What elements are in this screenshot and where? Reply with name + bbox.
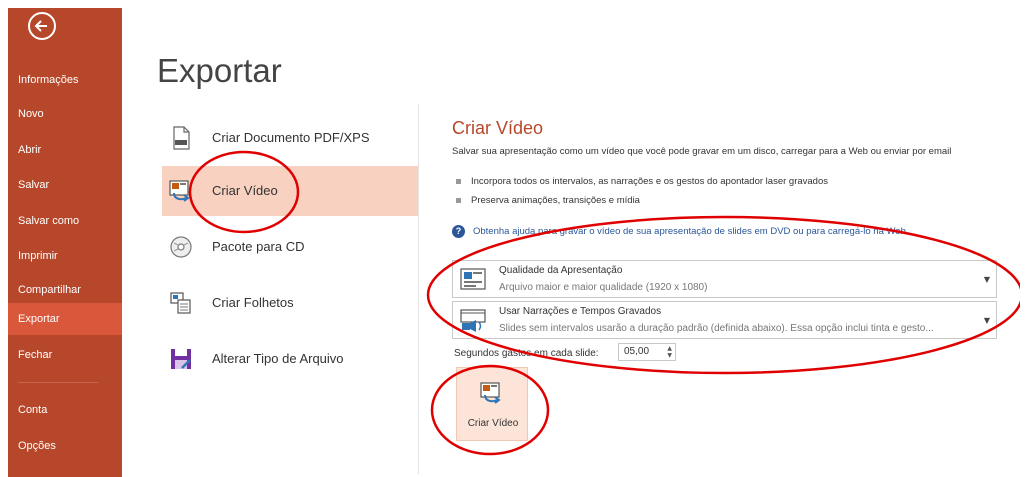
backstage-sidebar: Informações Novo Abrir Salvar Salvar com… (8, 8, 122, 477)
sidebar-item-abrir[interactable]: Abrir (8, 134, 122, 166)
sidebar-item-informacoes[interactable]: Informações (8, 64, 122, 96)
export-option-change-file-type[interactable]: Alterar Tipo de Arquivo (162, 334, 418, 384)
save-as-icon (171, 349, 191, 369)
export-option-create-video[interactable]: Criar Vídeo (162, 166, 418, 216)
sidebar-item-compartilhar[interactable]: Compartilhar (8, 274, 122, 306)
create-video-icon (480, 382, 501, 404)
dropdown-title: Qualidade da Apresentação (499, 265, 623, 276)
bullet-text: Incorpora todos os intervalos, as narraç… (471, 176, 828, 187)
seconds-value[interactable]: 05,00 (624, 346, 649, 357)
export-option-label: Criar Folhetos (212, 295, 294, 310)
sidebar-item-salvar-como[interactable]: Salvar como (8, 205, 122, 237)
back-button[interactable] (28, 12, 56, 40)
export-option-label: Alterar Tipo de Arquivo (212, 351, 344, 366)
pdf-document-icon (173, 126, 190, 150)
section-description: Salvar sua apresentação como um vídeo qu… (452, 146, 952, 157)
dropdown-title: Usar Narrações e Tempos Gravados (499, 306, 662, 317)
feature-bullet: Incorpora todos os intervalos, as narraç… (456, 176, 828, 187)
sidebar-item-fechar[interactable]: Fechar (8, 339, 122, 371)
bullet-text: Preserva animações, transições e mídia (471, 195, 640, 206)
spin-up-icon[interactable]: ▲ (667, 345, 672, 352)
pane-divider (418, 104, 419, 474)
create-video-button-label: Criar Vídeo (467, 418, 519, 429)
export-option-handouts[interactable]: Criar Folhetos (162, 278, 418, 328)
video-slides-icon (169, 180, 190, 202)
chevron-down-icon[interactable]: ▼ (984, 275, 990, 284)
page-title: Exportar (157, 52, 282, 89)
sidebar-item-imprimir[interactable]: Imprimir (8, 240, 122, 272)
export-option-label: Pacote para CD (212, 239, 305, 254)
spin-down-icon[interactable]: ▼ (667, 352, 672, 359)
dropdown-subtitle: Slides sem intervalos usarão a duração p… (499, 323, 934, 334)
cd-icon (170, 236, 192, 258)
export-option-package-cd[interactable]: Pacote para CD (162, 222, 418, 272)
sidebar-item-salvar[interactable]: Salvar (8, 169, 122, 201)
help-link[interactable]: ? Obtenha ajuda para gravar o vídeo de su… (452, 225, 906, 238)
seconds-per-slide-label: Segundos gastos em cada slide: (454, 348, 599, 359)
sidebar-item-opcoes[interactable]: Opções (8, 430, 122, 462)
sidebar-item-conta[interactable]: Conta (8, 394, 122, 426)
feature-bullet: Preserva animações, transições e mídia (456, 195, 640, 206)
chevron-down-icon[interactable]: ▼ (984, 316, 990, 325)
handouts-icon (170, 292, 191, 314)
section-title: Criar Vídeo (452, 118, 544, 138)
seconds-per-slide-spinner[interactable]: 05,00 ▲ ▼ (618, 343, 676, 361)
bullet-marker (456, 197, 461, 203)
export-option-pdf-xps[interactable]: Criar Documento PDF/XPS (162, 113, 418, 163)
back-arrow-icon (34, 20, 47, 32)
dropdown-subtitle: Arquivo maior e maior qualidade (1920 x … (499, 282, 708, 293)
narration-dropdown[interactable]: Usar Narrações e Tempos Gravados Slides … (452, 301, 997, 339)
help-icon: ? (452, 225, 465, 238)
bullet-marker (456, 178, 461, 184)
create-video-button[interactable]: Criar Vídeo (456, 367, 528, 441)
narration-timings-icon (460, 309, 486, 332)
presentation-quality-icon (460, 268, 486, 290)
backstage-window: Informações Novo Abrir Salvar Salvar com… (8, 8, 1020, 477)
export-option-label: Criar Documento PDF/XPS (212, 130, 370, 145)
sidebar-item-exportar[interactable]: Exportar (8, 303, 122, 335)
quality-dropdown[interactable]: Qualidade da Apresentação Arquivo maior … (452, 260, 997, 298)
export-option-label: Criar Vídeo (212, 183, 278, 198)
sidebar-item-novo[interactable]: Novo (8, 98, 122, 130)
help-link-text[interactable]: Obtenha ajuda para gravar o vídeo de sua… (473, 226, 906, 237)
sidebar-separator (18, 382, 98, 383)
